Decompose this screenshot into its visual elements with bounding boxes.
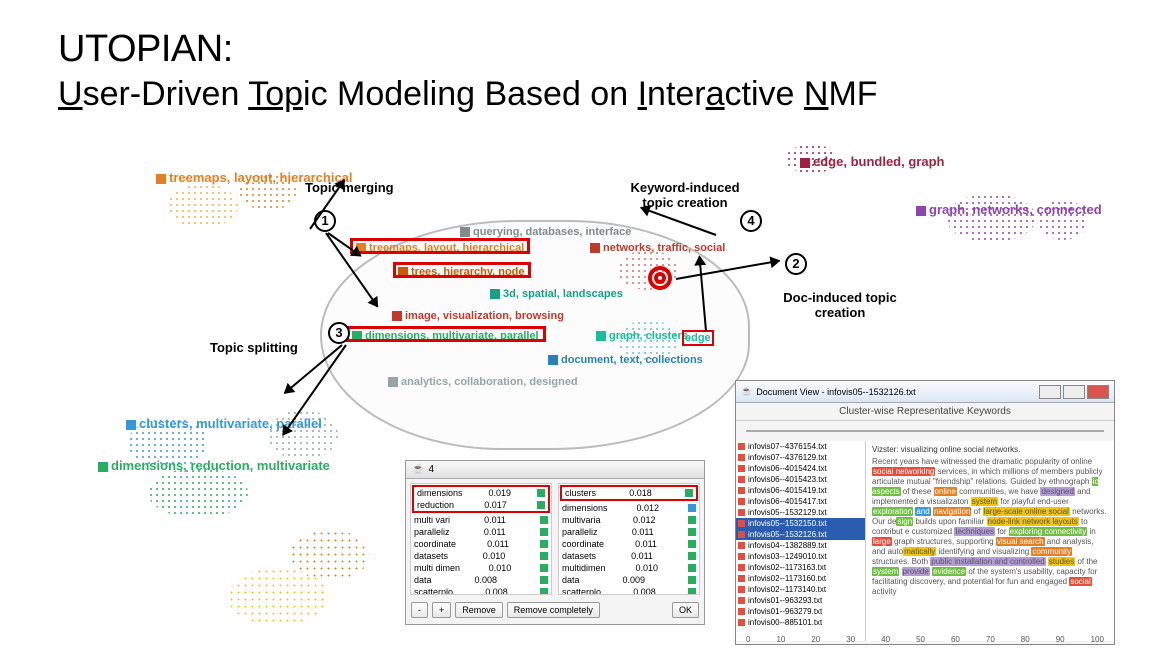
file-list-item[interactable]: infovis07--4376129.txt	[736, 452, 865, 463]
file-list-item[interactable]: infovis06--4015419.txt	[736, 485, 865, 496]
cluster-edge: edge, bundled, graph	[800, 154, 944, 169]
cluster-blob	[168, 184, 238, 228]
marker-1: 1	[314, 210, 336, 232]
inner-analytics: analytics, collaboration, designed	[388, 376, 578, 388]
file-list-item[interactable]: infovis02--1173163.txt	[736, 562, 865, 573]
file-list-item[interactable]: infovis01--963293.txt	[736, 595, 865, 606]
keyword-weight-dialog[interactable]: ☕ 4 dimensions0.019 reduction0.017 multi…	[405, 460, 705, 625]
dialog-title: 4	[428, 464, 434, 475]
cluster-dims: dimensions, reduction, multivariate	[98, 458, 330, 473]
file-list-item[interactable]: infovis03--1249010.txt	[736, 551, 865, 562]
file-list-item[interactable]: infovis05--1532129.txt	[736, 507, 865, 518]
dialog-titlebar[interactable]: ☕ 4	[406, 461, 704, 479]
file-list-item[interactable]: infovis06--4015417.txt	[736, 496, 865, 507]
slider-ticks: 0102030405060708090100	[736, 635, 1114, 644]
file-list-item[interactable]: infovis05--1532150.txt	[736, 518, 865, 529]
file-list-item[interactable]: infovis06--4015424.txt	[736, 463, 865, 474]
file-list[interactable]: infovis07--4376154.txtinfovis07--4376129…	[736, 441, 866, 641]
title-line2: User-Driven Topic Modeling Based on Inte…	[58, 75, 878, 114]
ok-button[interactable]: OK	[672, 602, 699, 618]
java-icon: ☕	[741, 386, 752, 397]
inner-spatial: 3d, spatial, landscapes	[490, 288, 623, 300]
file-list-item[interactable]: infovis01--963279.txt	[736, 606, 865, 617]
inner-querying: querying, databases, interface	[460, 226, 631, 238]
marker-2: 2	[785, 253, 807, 275]
title-block: UTOPIAN: User-Driven Topic Modeling Base…	[58, 28, 878, 114]
close-button[interactable]	[1087, 385, 1109, 399]
java-icon: ☕	[412, 464, 424, 475]
document-view-window[interactable]: ☕ Document View - infovis05--1532126.txt…	[735, 380, 1115, 645]
cluster-blob	[148, 468, 248, 518]
selection-box	[393, 262, 531, 278]
inner-networks: networks, traffic, social	[590, 242, 725, 254]
file-list-item[interactable]: infovis02--1173160.txt	[736, 573, 865, 584]
selection-box	[350, 238, 530, 254]
remove-completely-button[interactable]: Remove completely	[507, 602, 600, 618]
cluster-graph: graph, networks, connected	[916, 202, 1102, 217]
inner-image: image, visualization, browsing	[392, 310, 564, 322]
file-list-item[interactable]: infovis00--885101.txt	[736, 617, 865, 628]
preview-title: Vizster: visualizing online social netwo…	[872, 445, 1108, 455]
file-list-item[interactable]: infovis06--4015423.txt	[736, 474, 865, 485]
diagram-area: querying, databases, interface treemaps,…	[0, 140, 1152, 648]
docview-title: Document View - infovis05--1532126.txt	[756, 387, 1037, 397]
keyword-slider[interactable]	[746, 423, 1104, 439]
inner-document: document, text, collections	[548, 354, 703, 366]
file-list-item[interactable]: infovis04--1382889.txt	[736, 540, 865, 551]
cluster-blob	[290, 530, 370, 580]
inner-edge-keyword: edge	[682, 330, 714, 346]
maximize-button[interactable]	[1063, 385, 1085, 399]
minus-button[interactable]: -	[411, 602, 428, 618]
docview-subheader: Cluster-wise Representative Keywords	[736, 403, 1114, 421]
right-keyword-column: clusters0.018 dimensions0.012 multivaria…	[558, 483, 700, 595]
docview-titlebar[interactable]: ☕ Document View - infovis05--1532126.txt	[736, 381, 1114, 403]
title-line1: UTOPIAN:	[58, 28, 878, 71]
file-list-item[interactable]: infovis02--1173140.txt	[736, 584, 865, 595]
plus-button[interactable]: +	[432, 602, 451, 618]
marker-4: 4	[740, 210, 762, 232]
file-list-item[interactable]: infovis07--4376154.txt	[736, 441, 865, 452]
document-preview: Vizster: visualizing online social netwo…	[866, 441, 1114, 641]
left-keyword-column: dimensions0.019 reduction0.017 multi var…	[410, 483, 552, 595]
inner-graph: graph, clusters,	[596, 330, 691, 342]
remove-button[interactable]: Remove	[455, 602, 503, 618]
label-doc-induced: Doc-induced topic creation	[770, 290, 910, 320]
doc-selection-ring-inner	[654, 272, 666, 284]
file-list-item[interactable]: infovis05--1532126.txt	[736, 529, 865, 540]
preview-text: Recent years have witnessed the dramatic…	[872, 457, 1108, 597]
minimize-button[interactable]	[1039, 385, 1061, 399]
marker-3: 3	[328, 322, 350, 344]
selection-box	[346, 326, 546, 342]
label-topic-splitting: Topic splitting	[210, 340, 298, 355]
